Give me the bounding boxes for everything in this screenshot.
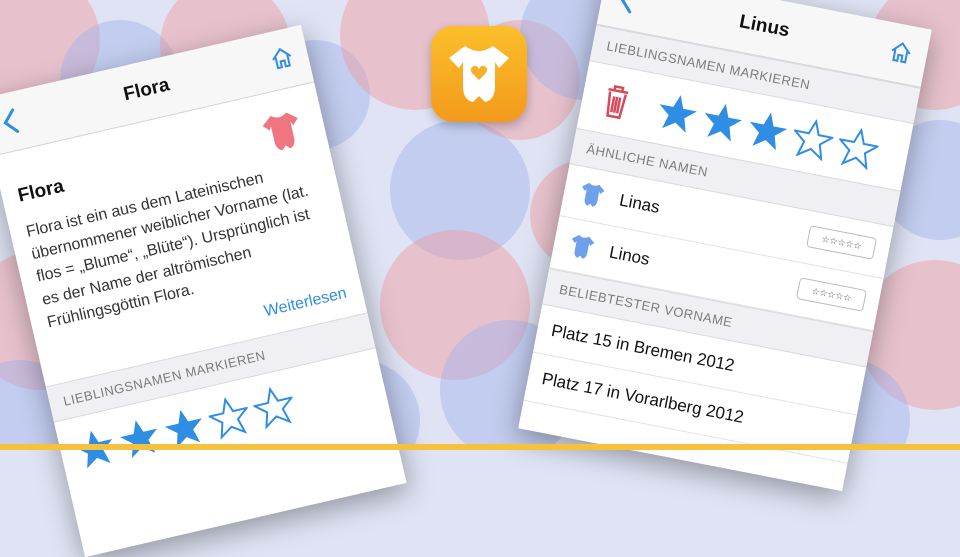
page-title: Flora [121,74,172,106]
onesie-blue-icon [582,182,605,207]
star-outline-icon[interactable] [789,116,836,163]
star-outline-icon[interactable] [834,124,881,171]
mini-rating[interactable]: ☆☆☆☆☆ [806,225,878,260]
similar-name-label: Linos [607,242,652,269]
chevron-left-icon[interactable] [0,104,26,139]
chevron-left-icon[interactable] [613,0,642,17]
star-filled-icon[interactable] [116,414,164,462]
mini-rating[interactable]: ☆☆☆☆☆ [795,277,867,312]
trash-icon[interactable] [593,77,640,124]
star-outline-icon[interactable] [250,383,298,431]
home-icon[interactable] [887,38,915,66]
star-filled-icon[interactable] [744,107,791,154]
similar-name-label: Linas [617,190,662,217]
onesie-blue-icon [571,234,595,259]
star-filled-icon[interactable] [699,98,746,145]
onesie-heart-icon [449,46,509,102]
star-outline-icon[interactable] [205,393,253,441]
app-icon [431,26,527,122]
bottom-accent-bar [0,444,960,450]
star-filled-icon[interactable] [654,89,701,136]
home-icon[interactable] [267,44,296,73]
page-title: Linus [737,11,792,42]
